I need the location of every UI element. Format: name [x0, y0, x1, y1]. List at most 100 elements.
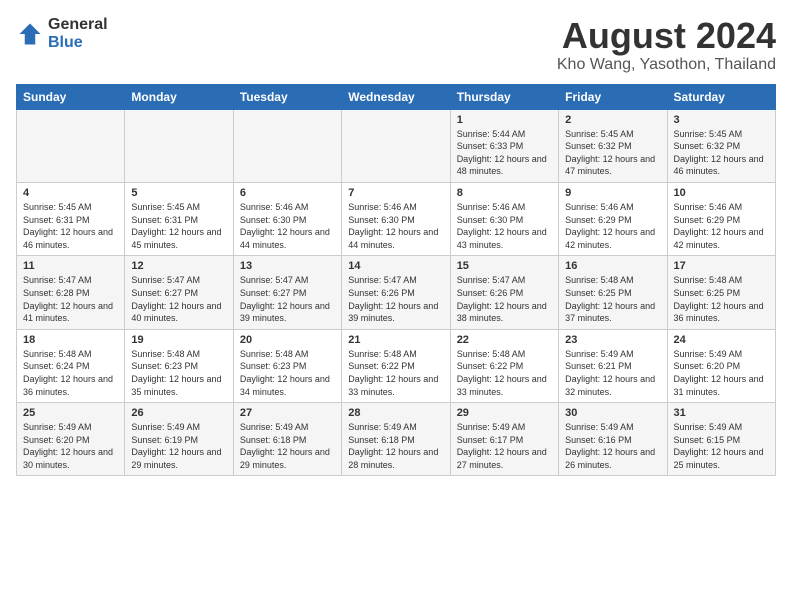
week-row-2: 4 Sunrise: 5:45 AM Sunset: 6:31 PM Daylig… [17, 182, 776, 255]
day-cell: 8 Sunrise: 5:46 AM Sunset: 6:30 PM Daylig… [450, 182, 558, 255]
day-cell: 12 Sunrise: 5:47 AM Sunset: 6:27 PM Dayli… [125, 256, 233, 329]
logo-general-text: General [48, 16, 108, 34]
calendar-subtitle: Kho Wang, Yasothon, Thailand [557, 56, 776, 74]
day-content: Sunrise: 5:45 AM Sunset: 6:32 PM Dayligh… [674, 128, 769, 178]
day-cell: 28 Sunrise: 5:49 AM Sunset: 6:18 PM Dayli… [342, 403, 450, 476]
day-content: Sunrise: 5:44 AM Sunset: 6:33 PM Dayligh… [457, 128, 552, 178]
day-number: 4 [23, 187, 118, 199]
day-number: 5 [131, 187, 226, 199]
day-cell: 7Sunrise: 5:46 AM Sunset: 6:30 PM Daylig… [342, 182, 450, 255]
week-row-5: 25Sunrise: 5:49 AM Sunset: 6:20 PM Dayli… [17, 403, 776, 476]
day-cell: 23 Sunrise: 5:49 AM Sunset: 6:21 PM Dayli… [559, 329, 667, 402]
day-content: Sunrise: 5:48 AM Sunset: 6:22 PM Dayligh… [457, 348, 552, 398]
day-content: Sunrise: 5:48 AM Sunset: 6:22 PM Dayligh… [348, 348, 443, 398]
week-row-3: 11 Sunrise: 5:47 AM Sunset: 6:28 PM Dayli… [17, 256, 776, 329]
day-number: 31 [674, 407, 769, 419]
day-number: 12 [131, 260, 226, 272]
day-content: Sunrise: 5:49 AM Sunset: 6:18 PM Dayligh… [348, 421, 443, 471]
header-cell-monday: Monday [125, 84, 233, 109]
calendar-header: SundayMondayTuesdayWednesdayThursdayFrid… [17, 84, 776, 109]
day-cell: 5 Sunrise: 5:45 AM Sunset: 6:31 PM Daylig… [125, 182, 233, 255]
day-cell [233, 109, 341, 182]
day-content: Sunrise: 5:49 AM Sunset: 6:21 PM Dayligh… [565, 348, 660, 398]
day-number: 8 [457, 187, 552, 199]
day-number: 30 [565, 407, 660, 419]
day-number: 20 [240, 334, 335, 346]
day-content: Sunrise: 5:47 AM Sunset: 6:27 PM Dayligh… [240, 274, 335, 324]
day-cell: 14 Sunrise: 5:47 AM Sunset: 6:26 PM Dayli… [342, 256, 450, 329]
day-content: Sunrise: 5:49 AM Sunset: 6:15 PM Dayligh… [674, 421, 769, 471]
header-cell-sunday: Sunday [17, 84, 125, 109]
logo-blue-text: Blue [48, 34, 108, 52]
day-cell: 26Sunrise: 5:49 AM Sunset: 6:19 PM Dayli… [125, 403, 233, 476]
day-content: Sunrise: 5:48 AM Sunset: 6:23 PM Dayligh… [240, 348, 335, 398]
title-block: August 2024 Kho Wang, Yasothon, Thailand [557, 16, 776, 74]
day-cell: 16Sunrise: 5:48 AM Sunset: 6:25 PM Dayli… [559, 256, 667, 329]
day-number: 3 [674, 114, 769, 126]
day-content: Sunrise: 5:47 AM Sunset: 6:26 PM Dayligh… [348, 274, 443, 324]
day-cell: 18 Sunrise: 5:48 AM Sunset: 6:24 PM Dayli… [17, 329, 125, 402]
day-number: 14 [348, 260, 443, 272]
day-content: Sunrise: 5:46 AM Sunset: 6:30 PM Dayligh… [240, 201, 335, 251]
day-cell: 31 Sunrise: 5:49 AM Sunset: 6:15 PM Dayli… [667, 403, 775, 476]
day-cell: 17Sunrise: 5:48 AM Sunset: 6:25 PM Dayli… [667, 256, 775, 329]
day-cell [17, 109, 125, 182]
header-cell-wednesday: Wednesday [342, 84, 450, 109]
logo: General Blue [16, 16, 108, 51]
day-content: Sunrise: 5:49 AM Sunset: 6:19 PM Dayligh… [131, 421, 226, 471]
day-cell: 6 Sunrise: 5:46 AM Sunset: 6:30 PM Daylig… [233, 182, 341, 255]
day-content: Sunrise: 5:46 AM Sunset: 6:30 PM Dayligh… [348, 201, 443, 251]
day-cell: 10Sunrise: 5:46 AM Sunset: 6:29 PM Dayli… [667, 182, 775, 255]
header-cell-saturday: Saturday [667, 84, 775, 109]
day-content: Sunrise: 5:49 AM Sunset: 6:18 PM Dayligh… [240, 421, 335, 471]
day-cell: 4 Sunrise: 5:45 AM Sunset: 6:31 PM Daylig… [17, 182, 125, 255]
calendar-body: 1Sunrise: 5:44 AM Sunset: 6:33 PM Daylig… [17, 109, 776, 476]
day-cell: 22 Sunrise: 5:48 AM Sunset: 6:22 PM Dayli… [450, 329, 558, 402]
page-header: General Blue August 2024 Kho Wang, Yasot… [16, 16, 776, 74]
day-cell: 24 Sunrise: 5:49 AM Sunset: 6:20 PM Dayli… [667, 329, 775, 402]
day-number: 22 [457, 334, 552, 346]
day-cell: 9 Sunrise: 5:46 AM Sunset: 6:29 PM Daylig… [559, 182, 667, 255]
day-content: Sunrise: 5:46 AM Sunset: 6:30 PM Dayligh… [457, 201, 552, 251]
day-content: Sunrise: 5:46 AM Sunset: 6:29 PM Dayligh… [565, 201, 660, 251]
day-cell [342, 109, 450, 182]
day-content: Sunrise: 5:48 AM Sunset: 6:23 PM Dayligh… [131, 348, 226, 398]
day-cell: 25Sunrise: 5:49 AM Sunset: 6:20 PM Dayli… [17, 403, 125, 476]
day-cell: 11 Sunrise: 5:47 AM Sunset: 6:28 PM Dayli… [17, 256, 125, 329]
day-number: 24 [674, 334, 769, 346]
day-content: Sunrise: 5:48 AM Sunset: 6:25 PM Dayligh… [674, 274, 769, 324]
day-number: 28 [348, 407, 443, 419]
day-cell: 27 Sunrise: 5:49 AM Sunset: 6:18 PM Dayli… [233, 403, 341, 476]
day-content: Sunrise: 5:48 AM Sunset: 6:24 PM Dayligh… [23, 348, 118, 398]
day-content: Sunrise: 5:47 AM Sunset: 6:28 PM Dayligh… [23, 274, 118, 324]
day-number: 27 [240, 407, 335, 419]
day-content: Sunrise: 5:48 AM Sunset: 6:25 PM Dayligh… [565, 274, 660, 324]
day-content: Sunrise: 5:45 AM Sunset: 6:32 PM Dayligh… [565, 128, 660, 178]
day-number: 19 [131, 334, 226, 346]
day-content: Sunrise: 5:45 AM Sunset: 6:31 PM Dayligh… [23, 201, 118, 251]
day-cell: 29Sunrise: 5:49 AM Sunset: 6:17 PM Dayli… [450, 403, 558, 476]
day-number: 2 [565, 114, 660, 126]
day-cell: 1Sunrise: 5:44 AM Sunset: 6:33 PM Daylig… [450, 109, 558, 182]
header-row: SundayMondayTuesdayWednesdayThursdayFrid… [17, 84, 776, 109]
day-content: Sunrise: 5:49 AM Sunset: 6:20 PM Dayligh… [674, 348, 769, 398]
day-number: 9 [565, 187, 660, 199]
day-number: 29 [457, 407, 552, 419]
day-cell: 20 Sunrise: 5:48 AM Sunset: 6:23 PM Dayli… [233, 329, 341, 402]
day-number: 23 [565, 334, 660, 346]
day-cell: 19 Sunrise: 5:48 AM Sunset: 6:23 PM Dayli… [125, 329, 233, 402]
day-number: 21 [348, 334, 443, 346]
logo-icon [16, 20, 44, 48]
day-number: 25 [23, 407, 118, 419]
day-cell [125, 109, 233, 182]
day-number: 18 [23, 334, 118, 346]
day-content: Sunrise: 5:49 AM Sunset: 6:16 PM Dayligh… [565, 421, 660, 471]
day-content: Sunrise: 5:47 AM Sunset: 6:27 PM Dayligh… [131, 274, 226, 324]
day-cell: 21 Sunrise: 5:48 AM Sunset: 6:22 PM Dayli… [342, 329, 450, 402]
day-number: 6 [240, 187, 335, 199]
header-cell-tuesday: Tuesday [233, 84, 341, 109]
day-number: 11 [23, 260, 118, 272]
day-number: 13 [240, 260, 335, 272]
day-cell: 13 Sunrise: 5:47 AM Sunset: 6:27 PM Dayli… [233, 256, 341, 329]
day-content: Sunrise: 5:45 AM Sunset: 6:31 PM Dayligh… [131, 201, 226, 251]
